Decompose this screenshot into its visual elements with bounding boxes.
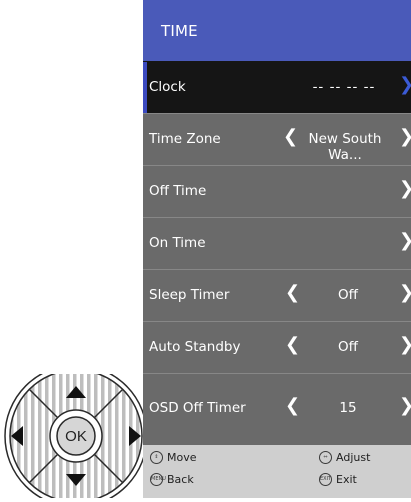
hint-exit: EXIT Exit xyxy=(319,473,357,486)
hint-move: ⇕ Move xyxy=(150,451,197,464)
sleep-timer-value: Off xyxy=(338,287,358,303)
chevron-right-icon[interactable]: ❯ xyxy=(399,395,411,416)
row-label: Auto Standby xyxy=(149,339,241,355)
hint-adjust-label: Adjust xyxy=(336,451,371,464)
remote-dpad[interactable]: OK xyxy=(3,364,149,502)
ok-label: OK xyxy=(65,428,87,445)
hint-move-label: Move xyxy=(167,451,197,464)
chevron-left-icon[interactable]: ❮ xyxy=(285,395,300,416)
menu-row-auto-standby[interactable]: Auto Standby ❮ Off ❯ xyxy=(143,321,411,373)
chevron-left-icon[interactable]: ❮ xyxy=(285,334,300,355)
osd-off-timer-value: 15 xyxy=(339,400,357,416)
ok-button[interactable]: OK xyxy=(56,416,96,456)
menu-row-sleep-timer[interactable]: Sleep Timer ❮ Off ❯ xyxy=(143,269,411,321)
hint-back: MENU Back xyxy=(150,473,194,486)
chevron-right-icon[interactable]: ❯ xyxy=(399,126,411,147)
row-label: Clock xyxy=(149,79,186,95)
row-label: Off Time xyxy=(149,183,207,199)
hint-back-label: Back xyxy=(167,473,194,486)
row-label: OSD Off Timer xyxy=(149,400,246,416)
row-label: Sleep Timer xyxy=(149,287,230,303)
chevron-right-icon[interactable]: ❯ xyxy=(399,282,411,303)
footer-hint-bar: ⇕ Move ⇔ Adjust MENU Back EXIT Exit xyxy=(143,445,411,498)
menu-title: TIME xyxy=(161,22,198,40)
clock-value: -- -- -- -- xyxy=(312,79,376,95)
time-menu-panel: TIME Clock -- -- -- -- ❯ Time Zone ❮ New… xyxy=(143,0,411,498)
hint-adjust: ⇔ Adjust xyxy=(319,451,370,464)
menu-row-on-time[interactable]: On Time ❯ xyxy=(143,217,411,269)
exit-key-icon: EXIT xyxy=(319,473,332,486)
row-label: On Time xyxy=(149,235,206,251)
time-zone-value: New South Wa... xyxy=(308,131,382,163)
chevron-right-icon[interactable]: ❯ xyxy=(399,178,411,199)
move-updown-icon: ⇕ xyxy=(150,451,163,464)
menu-row-clock[interactable]: Clock -- -- -- -- ❯ xyxy=(143,61,411,113)
chevron-right-icon[interactable]: ❯ xyxy=(399,74,411,95)
menu-row-time-zone[interactable]: Time Zone ❮ New South Wa... ❯ xyxy=(143,113,411,165)
menu-row-off-time[interactable]: Off Time ❯ xyxy=(143,165,411,217)
chevron-right-icon[interactable]: ❯ xyxy=(399,230,411,251)
chevron-right-icon[interactable]: ❯ xyxy=(399,334,411,355)
row-label: Time Zone xyxy=(149,131,221,147)
menu-header: TIME xyxy=(143,0,411,61)
auto-standby-value: Off xyxy=(338,339,358,355)
hint-exit-label: Exit xyxy=(336,473,357,486)
adjust-leftright-icon: ⇔ xyxy=(319,451,332,464)
menu-key-icon: MENU xyxy=(150,473,166,486)
chevron-left-icon[interactable]: ❮ xyxy=(285,282,300,303)
menu-row-osd-off-timer[interactable]: OSD Off Timer ❮ 15 ❯ xyxy=(143,373,411,445)
